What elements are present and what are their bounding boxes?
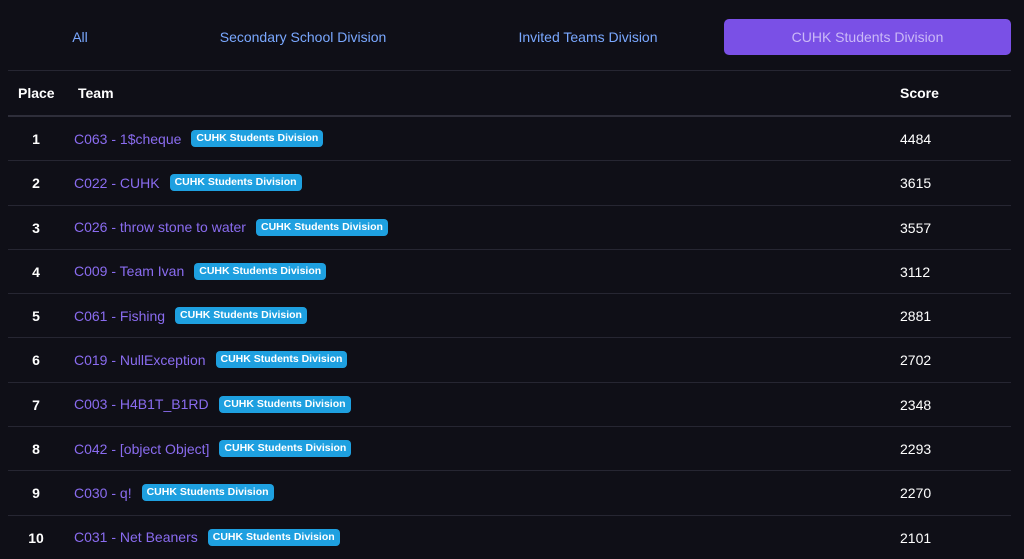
division-badge: CUHK Students Division — [169, 174, 302, 192]
row-place: 4 — [32, 263, 40, 280]
division-badge: CUHK Students Division — [207, 528, 340, 546]
division-badge: CUHK Students Division — [255, 218, 388, 236]
division-badge: CUHK Students Division — [219, 440, 352, 458]
team-link[interactable]: C003 - H4B1T_B1RD — [74, 396, 209, 412]
row-score: 3557 — [900, 219, 932, 236]
team-link[interactable]: C022 - CUHK — [74, 175, 160, 191]
row-place: 9 — [32, 485, 40, 502]
team-link[interactable]: C026 - throw stone to water — [74, 219, 246, 235]
row-team-cell: C063 - 1$cheque CUHK Students Division — [74, 130, 324, 147]
team-link[interactable]: C019 - NullException — [74, 352, 206, 368]
row-place: 5 — [32, 308, 40, 325]
row-team-cell: C026 - throw stone to water CUHK Student… — [74, 218, 388, 236]
row-score: 2881 — [900, 308, 932, 325]
row-score: 2702 — [900, 352, 932, 369]
table-row: 10 C031 - Net Beaners CUHK Students Divi… — [8, 516, 1011, 559]
row-score: 2348 — [900, 396, 932, 413]
table-body: 1 C063 - 1$cheque CUHK Students Division… — [8, 117, 1011, 559]
table-row: 4 C009 - Team Ivan CUHK Students Divisio… — [8, 250, 1011, 295]
row-place: 3 — [32, 219, 40, 236]
table-header: Place Team Score — [8, 71, 1011, 117]
table-row: 9 C030 - q! CUHK Students Division 2270 — [8, 471, 1011, 516]
table-row: 6 C019 - NullException CUHK Students Div… — [8, 338, 1011, 383]
row-score: 4484 — [900, 131, 932, 147]
row-team-cell: C061 - Fishing CUHK Students Division — [74, 307, 307, 325]
tab-cuhk-students-division[interactable]: CUHK Students Division — [724, 19, 1011, 55]
table-row: 3 C026 - throw stone to water CUHK Stude… — [8, 206, 1011, 250]
row-place: 7 — [32, 396, 40, 413]
row-place: 8 — [32, 441, 40, 458]
tab-secondary-school-division[interactable]: Secondary School Division — [190, 19, 416, 55]
row-score: 2101 — [900, 529, 932, 546]
header-score: Score — [900, 85, 939, 101]
team-link[interactable]: C009 - Team Ivan — [74, 263, 184, 279]
table-row: 2 C022 - CUHK CUHK Students Division 361… — [8, 161, 1011, 206]
header-team: Team — [78, 85, 114, 101]
row-score: 2270 — [900, 485, 932, 502]
row-team-cell: C031 - Net Beaners CUHK Students Divisio… — [74, 528, 340, 546]
row-place: 2 — [32, 175, 40, 192]
table-row: 7 C003 - H4B1T_B1RD CUHK Students Divisi… — [8, 383, 1011, 428]
row-score: 2293 — [900, 441, 932, 458]
division-badge: CUHK Students Division — [141, 484, 274, 502]
team-link[interactable]: C030 - q! — [74, 485, 132, 501]
row-team-cell: C009 - Team Ivan CUHK Students Division — [74, 262, 327, 280]
row-team-cell: C022 - CUHK CUHK Students Division — [74, 174, 302, 192]
team-link[interactable]: C063 - 1$cheque — [74, 131, 181, 147]
table-row: 5 C061 - Fishing CUHK Students Division … — [8, 294, 1011, 339]
division-badge: CUHK Students Division — [191, 130, 324, 147]
row-team-cell: C019 - NullException CUHK Students Divis… — [74, 351, 348, 369]
tab-all[interactable]: All — [20, 19, 140, 55]
row-team-cell: C030 - q! CUHK Students Division — [74, 484, 274, 502]
row-place: 6 — [32, 352, 40, 369]
table-row: 8 C042 - [object Object] CUHK Students D… — [8, 427, 1011, 472]
row-team-cell: C042 - [object Object] CUHK Students Div… — [74, 440, 352, 458]
row-place: 10 — [28, 529, 44, 546]
team-link[interactable]: C061 - Fishing — [74, 308, 165, 324]
division-badge: CUHK Students Division — [218, 395, 351, 413]
row-score: 3112 — [900, 263, 931, 280]
scoreboard-table: Place Team Score 1 C063 - 1$cheque CUHK … — [8, 70, 1011, 559]
team-link[interactable]: C042 - [object Object] — [74, 441, 209, 457]
row-team-cell: C003 - H4B1T_B1RD CUHK Students Division — [74, 395, 351, 413]
division-badge: CUHK Students Division — [175, 307, 307, 325]
division-badge: CUHK Students Division — [194, 262, 327, 280]
team-link[interactable]: C031 - Net Beaners — [74, 529, 198, 545]
table-row: 1 C063 - 1$cheque CUHK Students Division… — [8, 117, 1011, 162]
header-place: Place — [18, 85, 55, 101]
division-tabs: All Secondary School Division Invited Te… — [0, 0, 1024, 70]
row-place: 1 — [32, 131, 40, 147]
row-score: 3615 — [900, 175, 932, 192]
division-badge: CUHK Students Division — [215, 351, 348, 369]
tab-invited-teams-division[interactable]: Invited Teams Division — [486, 19, 690, 55]
